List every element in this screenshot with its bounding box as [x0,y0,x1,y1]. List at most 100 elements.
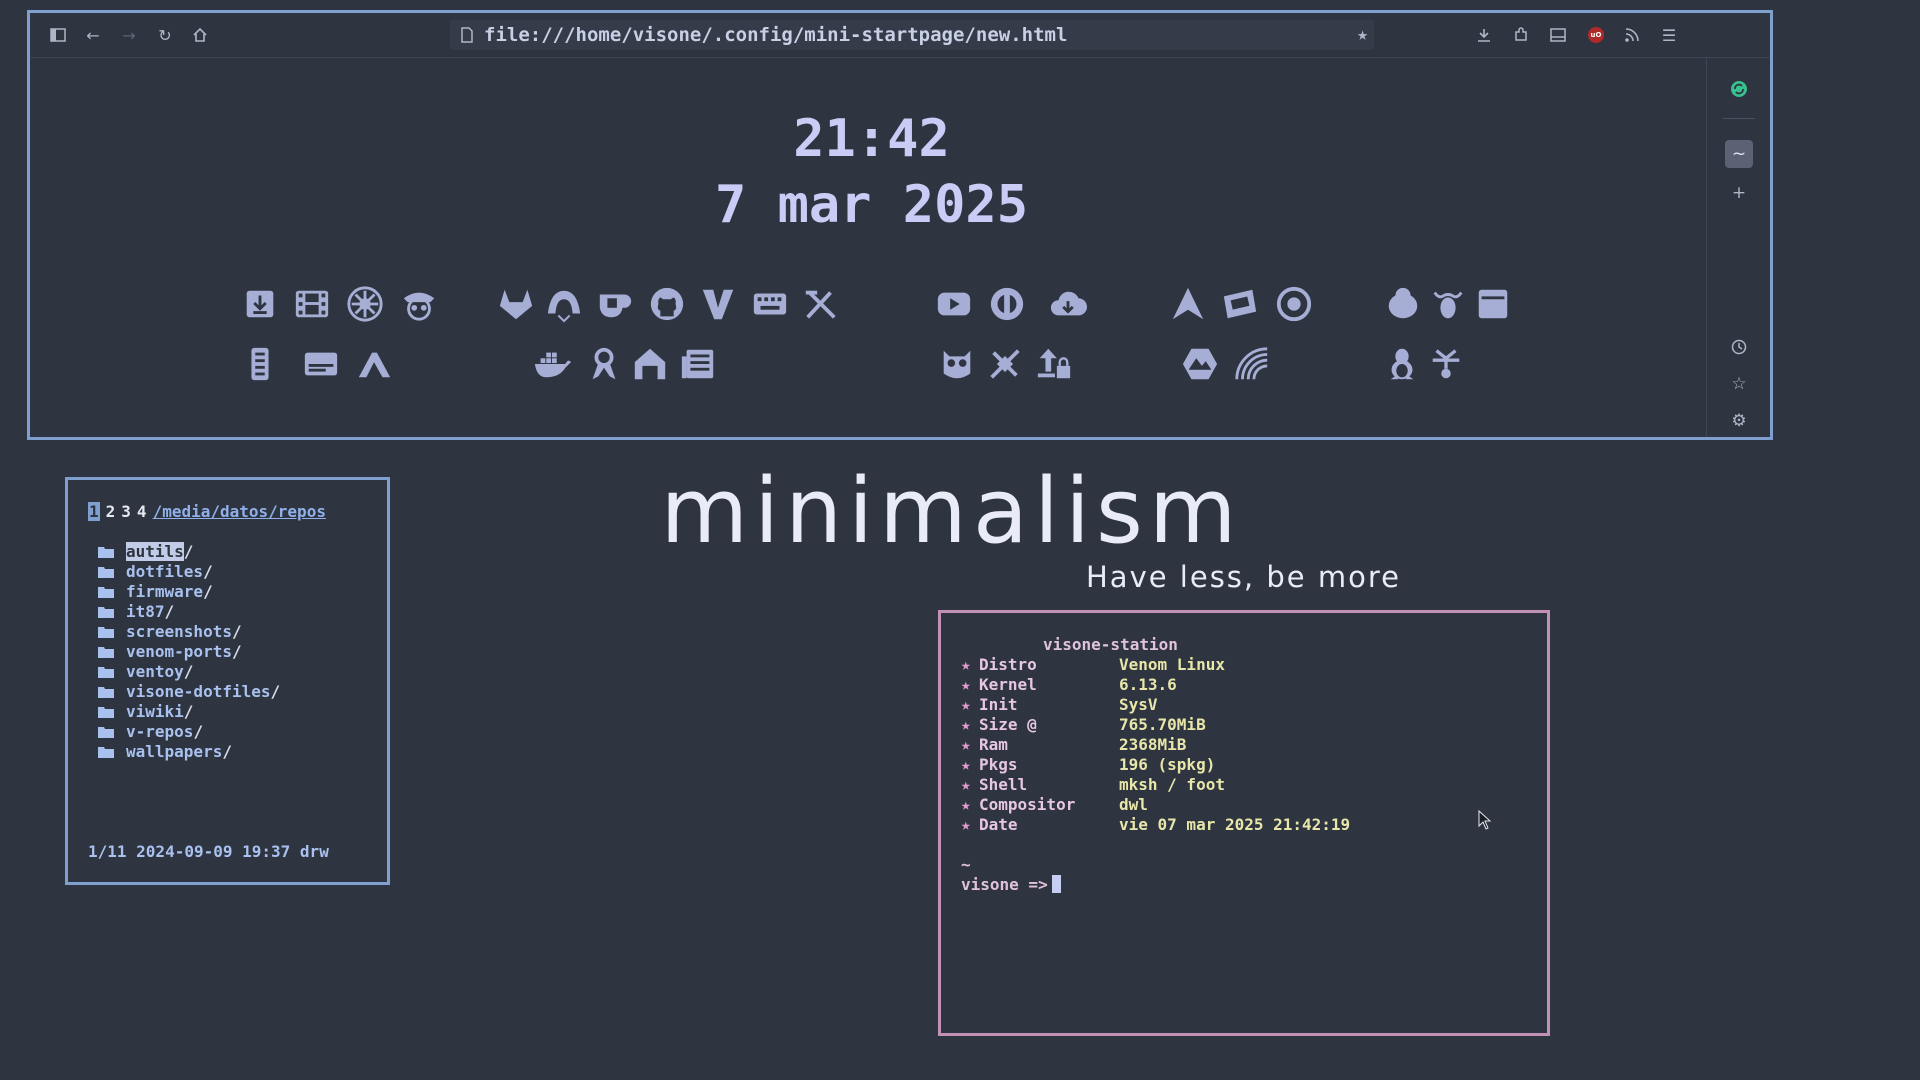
folder-icon [98,607,114,618]
ublock-origin-icon[interactable]: uO [1584,23,1608,47]
star-icon: ★ [961,675,971,694]
fork-icon[interactable] [1426,344,1466,384]
rss-icon[interactable] [1620,23,1644,47]
list-item[interactable]: viwiki/ [98,702,193,722]
prompt-text: visone => [961,875,1048,894]
folder-icon [98,627,114,638]
clock-date: 7 mar 2025 [714,175,1029,235]
list-item[interactable]: dotfiles/ [98,562,213,582]
docker-icon[interactable] [532,344,572,384]
remote-icon[interactable] [240,344,280,384]
text-cursor [1051,875,1061,893]
archive-box-icon[interactable] [1473,284,1513,324]
news-icon[interactable] [678,344,718,384]
star-icon: ★ [961,795,971,814]
status-line: 1/11 2024-09-09 19:37 drw [88,842,329,861]
downloads-icon[interactable] [1472,23,1496,47]
list-item[interactable]: ventoy/ [98,662,193,682]
shell-prompt[interactable]: visone => [961,875,1061,894]
ticket-icon[interactable] [1220,284,1260,324]
list-item[interactable]: it87/ [98,602,174,622]
satellite-icon[interactable] [985,344,1025,384]
ribbon-icon[interactable] [584,344,624,384]
list-item[interactable]: venom-ports/ [98,642,242,662]
folder-icon [98,567,114,578]
list-item[interactable]: v-repos/ [98,722,203,742]
youtube-icon[interactable] [934,284,974,324]
sysinfo-row: ★ Shell mksh / foot [961,775,1225,794]
sysinfo-row: ★ Ram 2368MiB [961,735,1187,754]
film-icon[interactable] [292,284,332,324]
list-item[interactable]: wallpapers/ [98,742,232,762]
tools-icon[interactable] [801,284,841,324]
settings-gear-icon[interactable]: ⚙ [1725,407,1753,435]
terminal-panel-icon[interactable]: ~ [1725,140,1753,168]
gitea-icon[interactable] [544,284,584,324]
list-item[interactable]: screenshots/ [98,622,242,642]
sysinfo-row: ★ Compositor dwl [961,795,1148,814]
file-icon [460,27,476,43]
sidebar-divider [1723,118,1755,119]
reader-view-icon[interactable] [1546,23,1570,47]
url-bar[interactable]: file:///home/visone/.config/mini-startpa… [450,20,1374,50]
house-icon[interactable] [630,344,670,384]
terminal-window[interactable]: visone-station ★ Distro Venom Linux ★ Kerne… [938,610,1550,1036]
upload-lock-icon[interactable] [1034,344,1074,384]
vim-icon[interactable] [698,284,738,324]
tux-icon[interactable] [1382,344,1422,384]
star-icon: ★ [961,775,971,794]
penguin-icon[interactable] [1383,284,1423,324]
ko-fi-icon[interactable] [595,284,635,324]
sysinfo-row: ★ Pkgs 196 (spkg) [961,755,1216,774]
ublock-badge: uO [1588,27,1604,43]
transmission-icon[interactable] [345,284,385,324]
reload-icon[interactable]: ↻ [153,23,177,47]
keyboard-icon[interactable] [750,284,790,324]
forward-icon[interactable]: → [117,23,141,47]
star-icon: ★ [961,715,971,734]
home-icon[interactable] [188,23,212,47]
hexagon-mountain-icon[interactable] [1180,344,1220,384]
brand-a-icon[interactable] [354,344,394,384]
list-item[interactable]: visone-dotfiles/ [98,682,280,702]
clock-time: 21:42 [793,109,950,169]
bookmark-star-icon[interactable]: ★ [1357,24,1368,45]
pirate-icon[interactable] [399,284,439,324]
extensions-icon[interactable] [1509,23,1533,47]
owl-icon[interactable] [937,344,977,384]
cloud-download-icon[interactable] [1048,284,1088,324]
page-subtitle: Have less, be more [1086,560,1401,594]
star-icon: ★ [961,815,971,834]
arch-icon[interactable] [1168,284,1208,324]
folder-icon [98,687,114,698]
wikipedia-icon[interactable] [987,284,1027,324]
extension-refresh-icon[interactable] [1725,75,1753,103]
target-icon[interactable] [1274,284,1314,324]
list-item[interactable]: firmware/ [98,582,213,602]
history-icon[interactable] [1725,333,1753,361]
star-icon: ★ [961,695,971,714]
github-icon[interactable] [647,284,687,324]
browser-toolbar: ← → ↻ file:///home/visone/.config/mini-s… [30,13,1770,58]
folder-icon [98,707,114,718]
sidebar-toggle-icon[interactable] [46,23,70,47]
folder-icon [98,727,114,738]
rainbow-icon[interactable] [1232,344,1272,384]
browser-sidebar: ~ + ☆ ⚙ [1706,58,1770,437]
gitlab-icon[interactable] [496,284,536,324]
hostname: visone-station [1043,635,1178,654]
gnu-icon[interactable] [1428,284,1468,324]
mouse-pointer-icon [1478,810,1492,830]
subtitles-icon[interactable] [301,344,341,384]
download-icon[interactable] [240,284,280,324]
sysinfo-row: ★ Distro Venom Linux [961,655,1225,674]
sysinfo-row: ★ Date vie 07 mar 2025 21:42:19 [961,815,1351,834]
add-panel-icon[interactable]: + [1725,179,1753,207]
back-icon[interactable]: ← [81,23,105,47]
bookmarks-star-icon[interactable]: ☆ [1725,370,1753,398]
folder-icon [98,667,114,678]
menu-icon[interactable]: ☰ [1657,23,1681,47]
star-icon: ★ [961,655,971,674]
star-icon: ★ [961,735,971,754]
sysinfo-row: ★ Init SysV [961,695,1158,714]
